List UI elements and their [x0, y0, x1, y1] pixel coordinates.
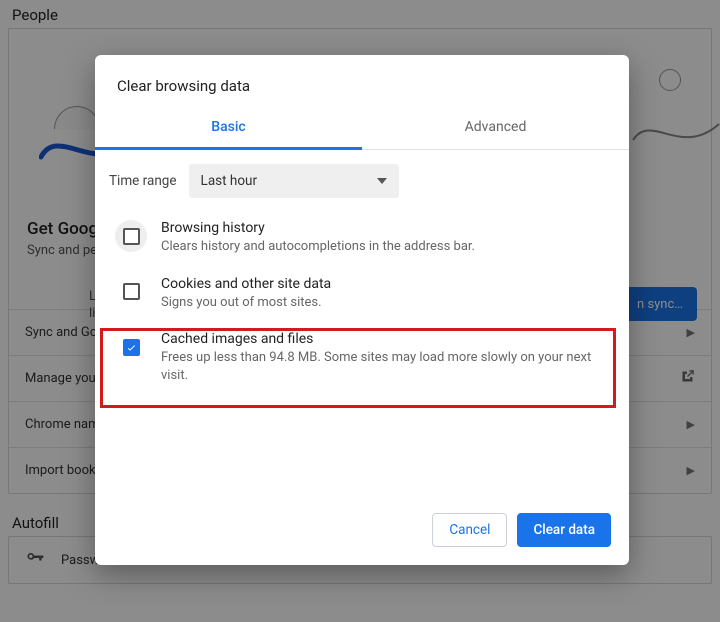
checkbox-browsing-history[interactable]	[115, 220, 147, 252]
option-browsing-history[interactable]: Browsing history Clears history and auto…	[109, 214, 615, 270]
checkbox-icon	[123, 339, 140, 356]
dialog-title: Clear browsing data	[95, 55, 629, 109]
option-cookies[interactable]: Cookies and other site data Signs you ou…	[109, 270, 615, 326]
tab-advanced[interactable]: Advanced	[362, 109, 629, 149]
checkbox-cookies[interactable]	[115, 276, 147, 308]
dialog-footer: Cancel Clear data	[95, 501, 629, 565]
option-desc: Signs you out of most sites.	[161, 294, 609, 312]
dropdown-arrow-icon	[377, 178, 387, 184]
checkbox-cache[interactable]	[115, 331, 147, 363]
time-range-value: Last hour	[201, 173, 258, 189]
checkbox-icon	[123, 228, 140, 245]
tab-bar: Basic Advanced	[95, 109, 629, 150]
clear-browsing-data-dialog: Clear browsing data Basic Advanced Time …	[95, 55, 629, 565]
time-range-select[interactable]: Last hour	[189, 164, 399, 198]
option-title: Cookies and other site data	[161, 276, 609, 292]
clear-data-button[interactable]: Clear data	[517, 513, 611, 547]
checkbox-icon	[123, 283, 140, 300]
cancel-button[interactable]: Cancel	[432, 513, 507, 547]
option-title: Browsing history	[161, 220, 609, 236]
option-title: Cached images and files	[161, 331, 609, 347]
time-range-label: Time range	[109, 173, 177, 189]
tab-basic[interactable]: Basic	[95, 109, 362, 150]
dialog-body: Time range Last hour Browsing history Cl…	[95, 150, 629, 501]
option-cache[interactable]: Cached images and files Frees up less th…	[109, 325, 615, 398]
option-desc: Frees up less than 94.8 MB. Some sites m…	[161, 349, 609, 384]
time-range-row: Time range Last hour	[109, 164, 615, 198]
option-desc: Clears history and autocompletions in th…	[161, 238, 609, 256]
